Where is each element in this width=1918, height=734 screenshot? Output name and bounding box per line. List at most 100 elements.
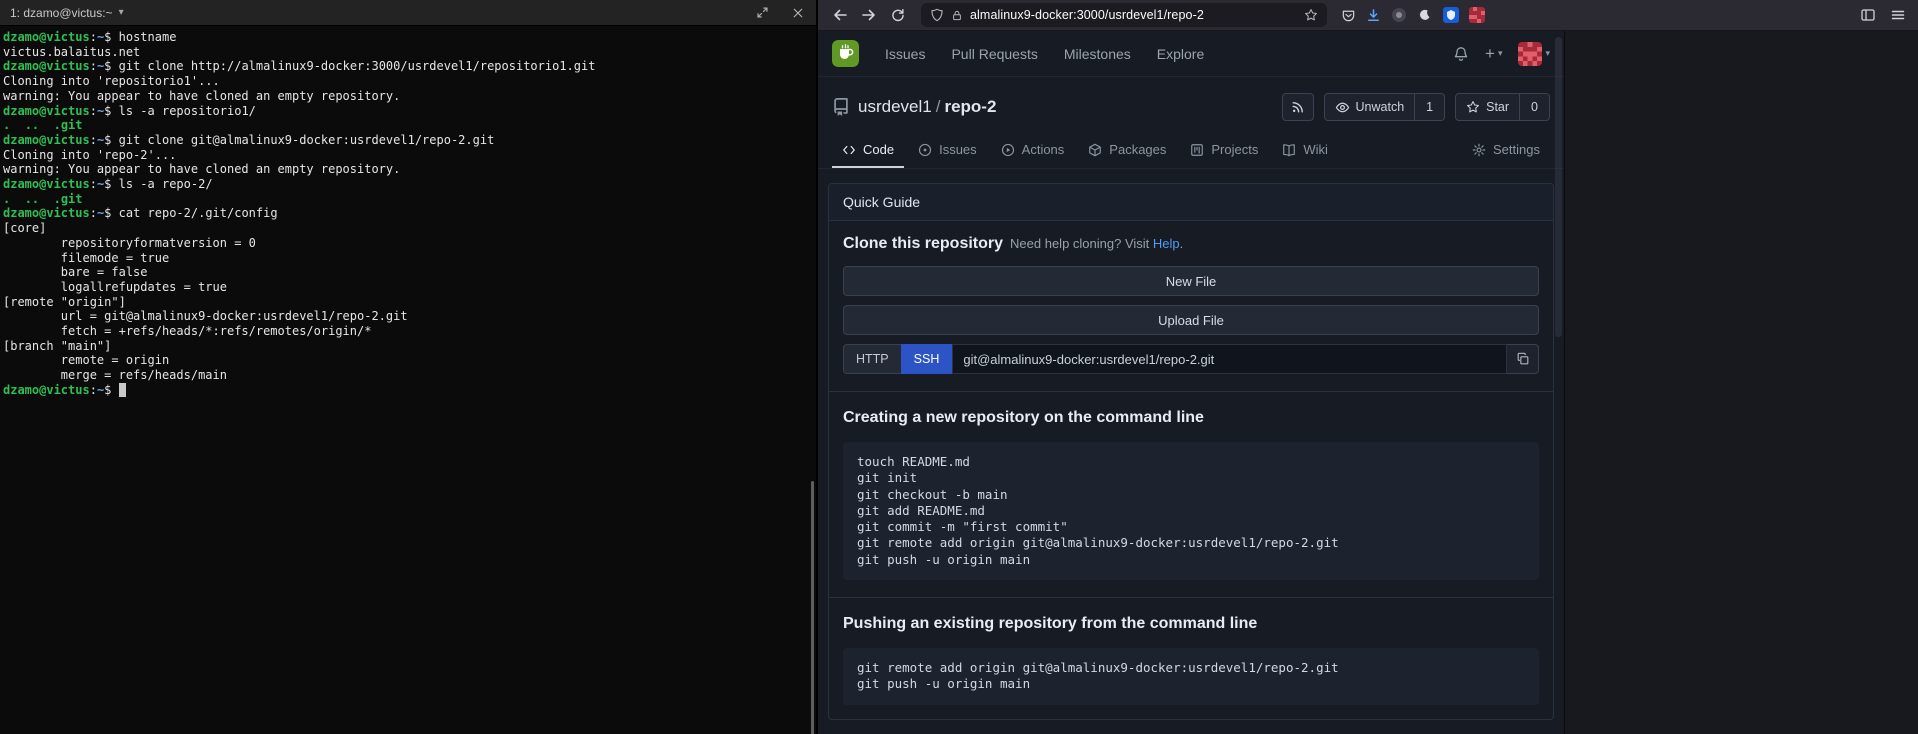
gitea-logo[interactable]	[832, 40, 859, 67]
star-button-group: Star 0	[1455, 93, 1550, 121]
navbar-right: + ▾ ▾	[1453, 42, 1550, 66]
terminal-title: 1: dzamo@victus:~ ▾	[10, 6, 124, 20]
rss-feed-button[interactable]	[1282, 93, 1314, 121]
pocket-icon[interactable]	[1341, 8, 1356, 23]
plus-icon: +	[1485, 45, 1495, 62]
quick-guide-body: Clone this repository Need help cloning?…	[829, 221, 1553, 719]
tab-code-label: Code	[863, 142, 894, 157]
extension-2-icon[interactable]	[1417, 7, 1433, 23]
repo-owner-link[interactable]: usrdevel1	[858, 97, 932, 116]
terminal-line: warning: You appear to have cloned an em…	[3, 162, 816, 177]
terminal-titlebar[interactable]: 1: dzamo@victus:~ ▾	[0, 0, 816, 26]
extension-4-icon[interactable]	[1469, 7, 1485, 23]
terminal-line: fetch = +refs/heads/*:refs/remotes/origi…	[3, 324, 816, 339]
star-label: Star	[1486, 100, 1509, 114]
user-menu[interactable]: ▾	[1518, 42, 1550, 66]
extension-3-icon[interactable]	[1443, 7, 1459, 23]
close-icon[interactable]	[790, 5, 806, 21]
tab-packages[interactable]: Packages	[1078, 133, 1176, 168]
desktop: 1: dzamo@victus:~ ▾ dzamo@victus:~$ host…	[0, 0, 1918, 734]
terminal-line: [core]	[3, 221, 816, 236]
create-repo-heading: Creating a new repository on the command…	[843, 409, 1539, 427]
tab-wiki[interactable]: Wiki	[1272, 133, 1338, 168]
terminal-scrollbar[interactable]	[811, 481, 814, 734]
terminal-line: repositoryformatversion = 0	[3, 236, 816, 251]
tab-settings[interactable]: Settings	[1462, 133, 1550, 168]
create-repo-commands[interactable]: touch README.md git init git checkout -b…	[843, 442, 1539, 580]
chevron-down-icon: ▾	[1545, 48, 1550, 59]
http-protocol-button[interactable]: HTTP	[843, 344, 901, 374]
terminal-line: . .. .git	[3, 192, 816, 207]
nav-item-milestones[interactable]: Milestones	[1064, 46, 1131, 62]
back-button[interactable]	[826, 3, 853, 27]
tab-issues[interactable]: Issues	[908, 133, 987, 168]
terminal-line: bare = false	[3, 265, 816, 280]
copy-url-button[interactable]	[1507, 344, 1539, 374]
tab-code[interactable]: Code	[832, 133, 904, 168]
bookmark-star-icon[interactable]	[1304, 8, 1318, 22]
watch-count[interactable]: 1	[1415, 93, 1445, 121]
tab-actions-label: Actions	[1022, 142, 1065, 157]
section-divider	[829, 597, 1553, 598]
terminal-line: dzamo@victus:~$ ls -a repositorio1/	[3, 104, 816, 119]
reload-button[interactable]	[884, 3, 911, 27]
watch-button-group: Unwatch 1	[1324, 93, 1446, 121]
push-repo-heading: Pushing an existing repository from the …	[843, 615, 1539, 633]
repo-header: usrdevel1/repo-2 Unwatch 1	[818, 77, 1564, 129]
terminal-line: warning: You appear to have cloned an em…	[3, 89, 816, 104]
star-button[interactable]: Star	[1455, 93, 1520, 121]
tab-actions[interactable]: Actions	[991, 133, 1075, 168]
tracking-shield-icon[interactable]	[930, 8, 944, 22]
repo-header-actions: Unwatch 1 Star 0	[1282, 93, 1550, 121]
url-text[interactable]: almalinux9-docker:3000/usrdevel1/repo-2	[970, 8, 1297, 22]
terminal-line: merge = refs/heads/main	[3, 368, 816, 383]
create-new-menu[interactable]: + ▾	[1485, 45, 1502, 62]
clone-help-prefix: Need help cloning? Visit	[1010, 236, 1149, 251]
terminal-line: dzamo@victus:~$ git clone http://almalin…	[3, 59, 816, 74]
clone-url-input[interactable]	[952, 344, 1507, 374]
tab-settings-label: Settings	[1493, 142, 1540, 157]
section-divider	[829, 391, 1553, 392]
push-repo-commands[interactable]: git remote add origin git@almalinux9-doc…	[843, 648, 1539, 705]
forward-button[interactable]	[855, 3, 882, 27]
repo-name-link[interactable]: repo-2	[944, 97, 996, 116]
terminal-line: victus.balaitus.net	[3, 45, 816, 60]
tab-issues-label: Issues	[939, 142, 977, 157]
terminal-line: [branch "main"]	[3, 339, 816, 354]
terminal-line: [remote "origin"]	[3, 295, 816, 310]
tab-wiki-label: Wiki	[1303, 142, 1328, 157]
quick-guide-header: Quick Guide	[829, 184, 1553, 221]
notifications-bell-icon[interactable]	[1453, 46, 1469, 62]
chevron-down-icon[interactable]: ▾	[119, 7, 124, 18]
unwatch-button[interactable]: Unwatch	[1324, 93, 1416, 121]
chevron-down-icon: ▾	[1498, 48, 1503, 59]
terminal-line: . .. .git	[3, 118, 816, 133]
terminal-window: 1: dzamo@victus:~ ▾ dzamo@victus:~$ host…	[0, 0, 816, 734]
help-link[interactable]: Help	[1153, 236, 1180, 251]
star-count[interactable]: 0	[1520, 93, 1550, 121]
new-file-button[interactable]: New File	[843, 266, 1539, 296]
download-icon[interactable]	[1366, 8, 1381, 23]
terminal-line: dzamo@victus:~$ ls -a repo-2/	[3, 177, 816, 192]
browser-window: almalinux9-docker:3000/usrdevel1/repo-2	[818, 0, 1918, 734]
quick-guide-box: Quick Guide Clone this repository Need h…	[828, 183, 1554, 720]
hamburger-menu-icon[interactable]	[1890, 7, 1906, 23]
repo-title: usrdevel1/repo-2	[858, 97, 996, 117]
extension-1-icon[interactable]	[1391, 7, 1407, 23]
sidebar-icon[interactable]	[1860, 7, 1876, 23]
terminal-output: dzamo@victus:~$ hostnamevictus.balaitus.…	[3, 30, 816, 398]
browser-content: Issues Pull Requests Milestones Explore …	[818, 31, 1918, 734]
terminal-line: Cloning into 'repo-2'...	[3, 148, 816, 163]
tab-projects[interactable]: Projects	[1180, 133, 1268, 168]
clone-help-text: Need help cloning? Visit Help.	[1010, 236, 1183, 251]
terminal-screen[interactable]: dzamo@victus:~$ hostnamevictus.balaitus.…	[0, 26, 816, 734]
address-bar[interactable]: almalinux9-docker:3000/usrdevel1/repo-2	[921, 3, 1327, 27]
nav-item-pull-requests[interactable]: Pull Requests	[951, 46, 1037, 62]
page-scrollbar[interactable]	[1555, 37, 1562, 337]
ssh-protocol-button[interactable]: SSH	[901, 344, 953, 374]
nav-item-explore[interactable]: Explore	[1157, 46, 1204, 62]
maximize-icon[interactable]	[754, 5, 770, 21]
nav-item-issues[interactable]: Issues	[885, 46, 925, 62]
upload-file-button[interactable]: Upload File	[843, 305, 1539, 335]
lock-icon[interactable]	[951, 9, 963, 22]
